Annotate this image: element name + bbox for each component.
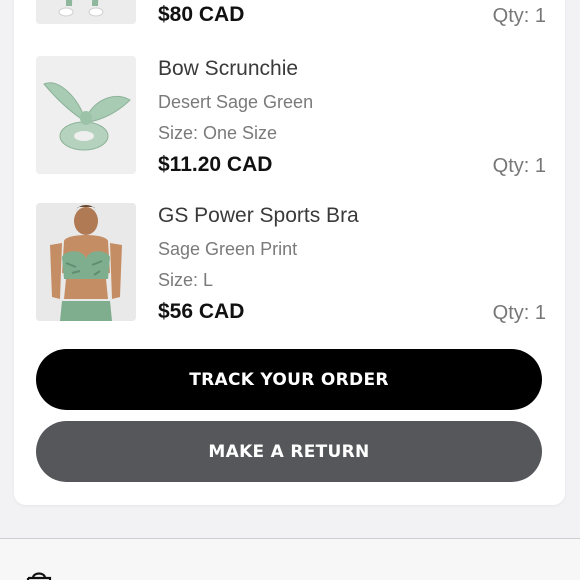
item-size: Size: One Size [158, 123, 278, 143]
item-color: Sage Green Print [158, 239, 298, 259]
item-name: Bow Scrunchie [158, 57, 299, 80]
item-price: $80 CAD [158, 3, 245, 26]
track-order-button[interactable]: TRACK YOUR ORDER [36, 349, 542, 410]
order-item-sports-bra[interactable]: GS Power Sports Bra Sage Green Print Siz… [36, 203, 546, 324]
item-quantity: Qty: 1 [492, 5, 546, 27]
item-size: Size: L [158, 270, 214, 290]
item-price: $11.20 CAD [158, 153, 273, 176]
order-summary-card: $80 CAD Qty: 1 Bow Scrunchie Desert Sage… [14, 0, 565, 505]
item-quantity: Qty: 1 [492, 155, 546, 177]
leggings-product-image[interactable] [36, 0, 136, 24]
item-price: $56 CAD [158, 300, 245, 323]
bottom-navigation [0, 539, 580, 580]
item-quantity: Qty: 1 [492, 302, 546, 324]
item-name: GS Power Sports Bra [158, 204, 359, 227]
sports-bra-product-image[interactable] [36, 203, 136, 321]
shopping-bag-icon[interactable] [24, 570, 54, 580]
order-item-leggings[interactable]: $80 CAD Qty: 1 [36, 0, 546, 27]
item-color: Desert Sage Green [158, 92, 314, 112]
order-item-bow-scrunchie[interactable]: Bow Scrunchie Desert Sage Green Size: On… [36, 56, 546, 177]
scrunchie-product-image[interactable] [36, 56, 136, 174]
make-return-button[interactable]: MAKE A RETURN [36, 421, 542, 482]
